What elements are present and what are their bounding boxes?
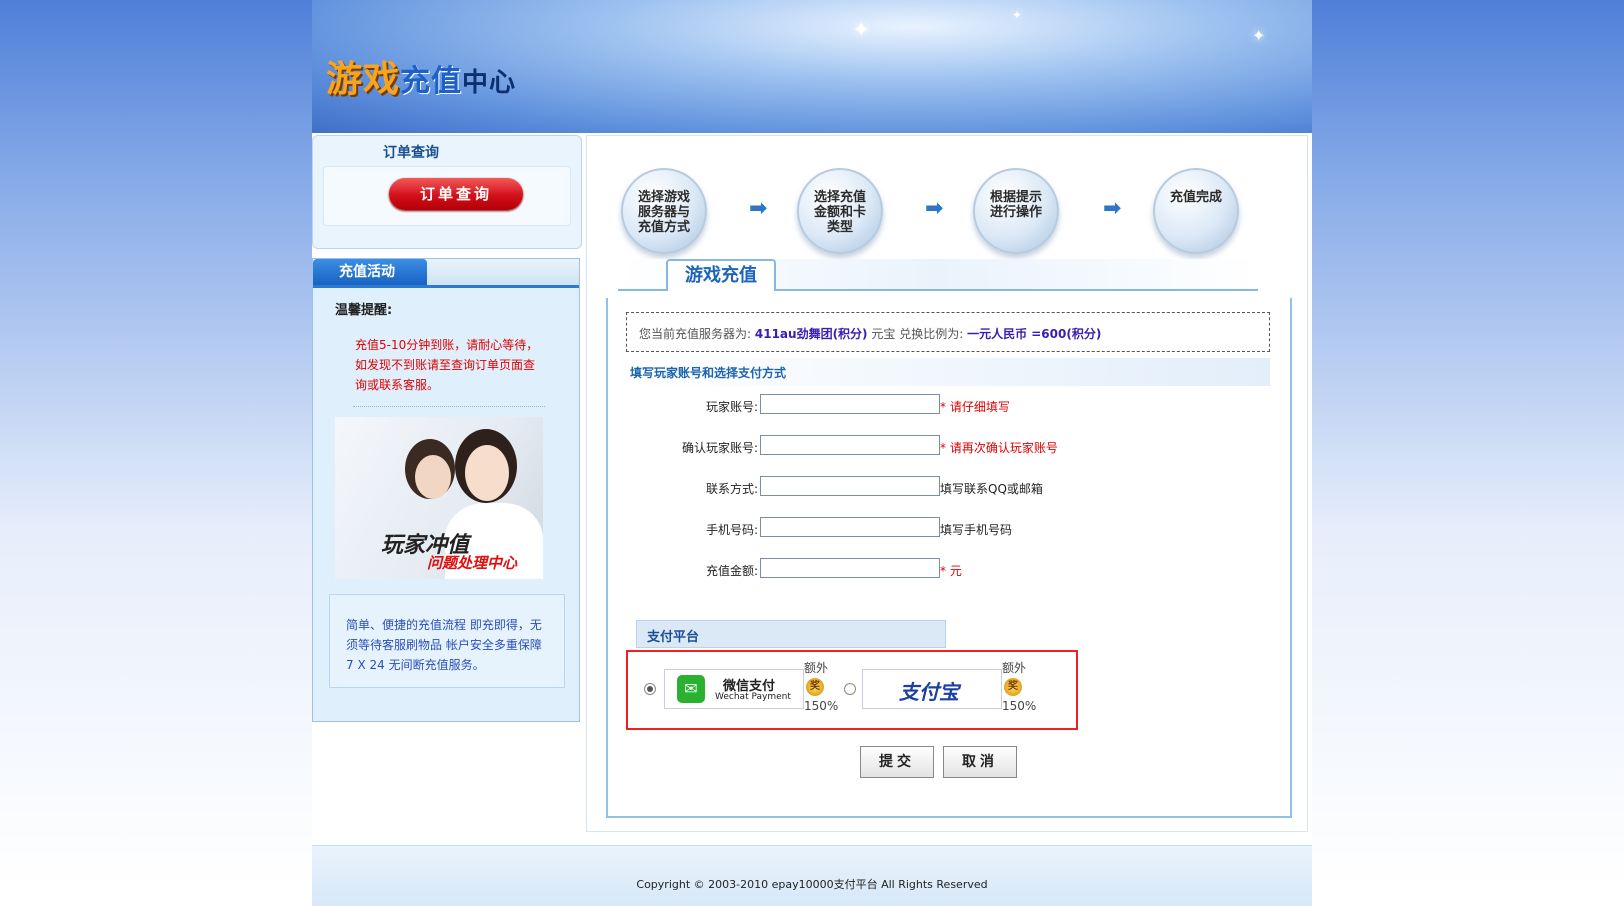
amount-hint: * 元 — [940, 562, 962, 579]
image-caption-sub: 问题处理中心 — [427, 554, 518, 572]
player-account-input[interactable] — [760, 394, 940, 414]
submit-button[interactable]: 提交 — [860, 746, 934, 778]
required-mark: * — [940, 564, 950, 578]
arrow-right-icon: ➡ — [1103, 196, 1122, 221]
step-complete: 充值完成 — [1153, 168, 1239, 254]
tab-game-recharge[interactable]: 游戏充值 — [666, 259, 776, 291]
main-panel: 选择游戏服务器与充值方式 ➡ 选择充值金额和卡类型 ➡ 根据提示进行操作 ➡ 充… — [586, 135, 1308, 832]
required-mark: * — [940, 400, 950, 414]
site-footer: Copyright © 2003-2010 epay10000支付平台 All … — [312, 845, 1312, 906]
bonus-rate: 150% — [804, 699, 839, 713]
server-info-box: 您当前充值服务器为: 411au劲舞团(积分) 元宝 兑换比例为: 一元人民币 … — [626, 312, 1270, 352]
hint-text: 请再次确认玩家账号 — [949, 441, 1058, 455]
hint-text: 填写手机号码 — [940, 523, 1013, 537]
wechat-name-en: Wechat Payment — [715, 692, 791, 702]
order-query-panel: 订单查询 订单查询 — [312, 135, 582, 249]
wechat-bonus: 额外 奖 150% — [804, 660, 838, 714]
order-query-body: 订单查询 — [323, 166, 571, 226]
alipay-radio[interactable] — [844, 683, 856, 695]
player-account-label: 玩家账号: — [705, 400, 758, 414]
alipay-logo: 支付宝 — [899, 680, 959, 704]
customer-service-image: 玩家冲值 问题处理中心 — [335, 417, 543, 579]
confirm-account-hint: * 请再次确认玩家账号 — [940, 439, 1058, 456]
promo-title: 充值活动 — [313, 259, 427, 285]
tip-text: 充值5-10分钟到账，请耐心等待，如发现不到账请至查询订单页面查询或联系客服。 — [355, 338, 539, 392]
ratio-value: 一元人民币 =600(积分) — [967, 327, 1102, 341]
wechat-icon: ✉ — [677, 675, 705, 703]
sparkle-icon: ✦ — [1012, 8, 1023, 22]
promo-header: 充值活动 — [313, 259, 579, 288]
tip-label: 温馨提醒: — [335, 303, 393, 318]
bonus-rate: 150% — [1002, 699, 1037, 713]
phone-hint: 填写手机号码 — [940, 521, 1012, 538]
server-value: 411au劲舞团(积分) — [754, 327, 868, 341]
payment-platform-title: 支付平台 — [647, 630, 700, 645]
order-query-header — [313, 136, 581, 162]
server-prefix: 您当前充值服务器为: — [639, 327, 752, 341]
background-left — [0, 0, 312, 887]
step-label: 选择游戏服务器与充值方式 — [637, 190, 690, 235]
payment-options: ✉ 微信支付 Wechat Payment 额外 奖 150% 支付宝 额外 奖… — [626, 650, 1078, 730]
logo-part-center: 中心 — [462, 68, 517, 98]
step-label: 根据提示进行操作 — [989, 190, 1042, 220]
amount-input[interactable] — [760, 558, 940, 578]
contact-input[interactable] — [760, 476, 940, 496]
site-header: ✦ ✦ ✦ 游戏充值中心 — [312, 0, 1312, 133]
step-label: 充值完成 — [1169, 190, 1222, 205]
tab-bar: 游戏充值 — [618, 259, 1258, 291]
copyright-text: Copyright © 2003-2010 epay10000支付平台 All … — [636, 878, 988, 891]
section-title: 填写玩家账号和选择支付方式 — [630, 366, 787, 380]
step-follow-prompts: 根据提示进行操作 — [973, 168, 1059, 254]
award-medal-icon: 奖 — [806, 678, 824, 696]
logo-part-recharge: 充值 — [400, 64, 463, 99]
sparkle-icon: ✦ — [1252, 26, 1266, 45]
server-info: 您当前充值服务器为: 411au劲舞团(积分) 元宝 兑换比例为: 一元人民币 … — [639, 325, 1101, 342]
recharge-form: 您当前充值服务器为: 411au劲舞团(积分) 元宝 兑换比例为: 一元人民币 … — [606, 298, 1292, 818]
logo-part-game: 游戏 — [326, 59, 401, 100]
alipay-bonus: 额外 奖 150% — [1002, 660, 1036, 714]
arrow-right-icon: ➡ — [925, 196, 944, 221]
confirm-account-input[interactable] — [760, 435, 940, 455]
ratio-prefix: 元宝 兑换比例为: — [871, 327, 964, 341]
background-right — [1312, 0, 1624, 887]
hint-text: 请仔细填写 — [949, 400, 1010, 414]
service-description-box: 简单、便捷的充值流程 即充即得，无须等待客服刷物品 帐户安全多重保障 7 X 2… — [329, 594, 565, 688]
step-select-amount: 选择充值金额和卡类型 — [797, 168, 883, 254]
alipay-option[interactable]: 支付宝 — [862, 669, 1002, 709]
site-logo: 游戏充值中心 — [326, 50, 516, 102]
bonus-label: 额外 — [1002, 661, 1027, 675]
confirm-account-label: 确认玩家账号: — [681, 441, 758, 455]
hint-text: 填写联系QQ或邮箱 — [940, 482, 1043, 496]
agent-face-shape — [465, 445, 509, 501]
cancel-button[interactable]: 取消 — [943, 746, 1017, 778]
payment-platform-header: 支付平台 — [636, 620, 946, 648]
order-query-button[interactable]: 订单查询 — [389, 178, 523, 210]
contact-label: 联系方式: — [705, 482, 758, 496]
wechat-pay-option[interactable]: ✉ 微信支付 Wechat Payment — [664, 669, 804, 709]
service-description: 简单、便捷的充值流程 即充即得，无须等待客服刷物品 帐户安全多重保障 7 X 2… — [346, 618, 542, 672]
step-select-server: 选择游戏服务器与充值方式 — [621, 168, 707, 254]
phone-input[interactable] — [760, 517, 940, 537]
step-label: 选择充值金额和卡类型 — [813, 190, 866, 235]
arrow-right-icon: ➡ — [749, 196, 768, 221]
divider — [353, 406, 545, 407]
player-account-hint: * 请仔细填写 — [940, 398, 1010, 415]
award-medal-icon: 奖 — [1004, 678, 1022, 696]
contact-hint: 填写联系QQ或邮箱 — [940, 480, 1043, 497]
phone-label: 手机号码: — [705, 523, 758, 537]
amount-label: 充值金额: — [705, 564, 758, 578]
sparkle-icon: ✦ — [852, 18, 871, 43]
bonus-label: 额外 — [804, 661, 829, 675]
section-header: 填写玩家账号和选择支付方式 — [626, 358, 1270, 386]
wechat-radio[interactable] — [644, 683, 656, 695]
promo-panel: 充值活动 温馨提醒: 充值5-10分钟到账，请耐心等待，如发现不到账请至查询订单… — [312, 258, 580, 722]
agent-face-shape — [415, 455, 451, 499]
order-query-title: 订单查询 — [383, 145, 439, 161]
required-mark: * — [940, 441, 950, 455]
hint-text: 元 — [949, 564, 962, 578]
